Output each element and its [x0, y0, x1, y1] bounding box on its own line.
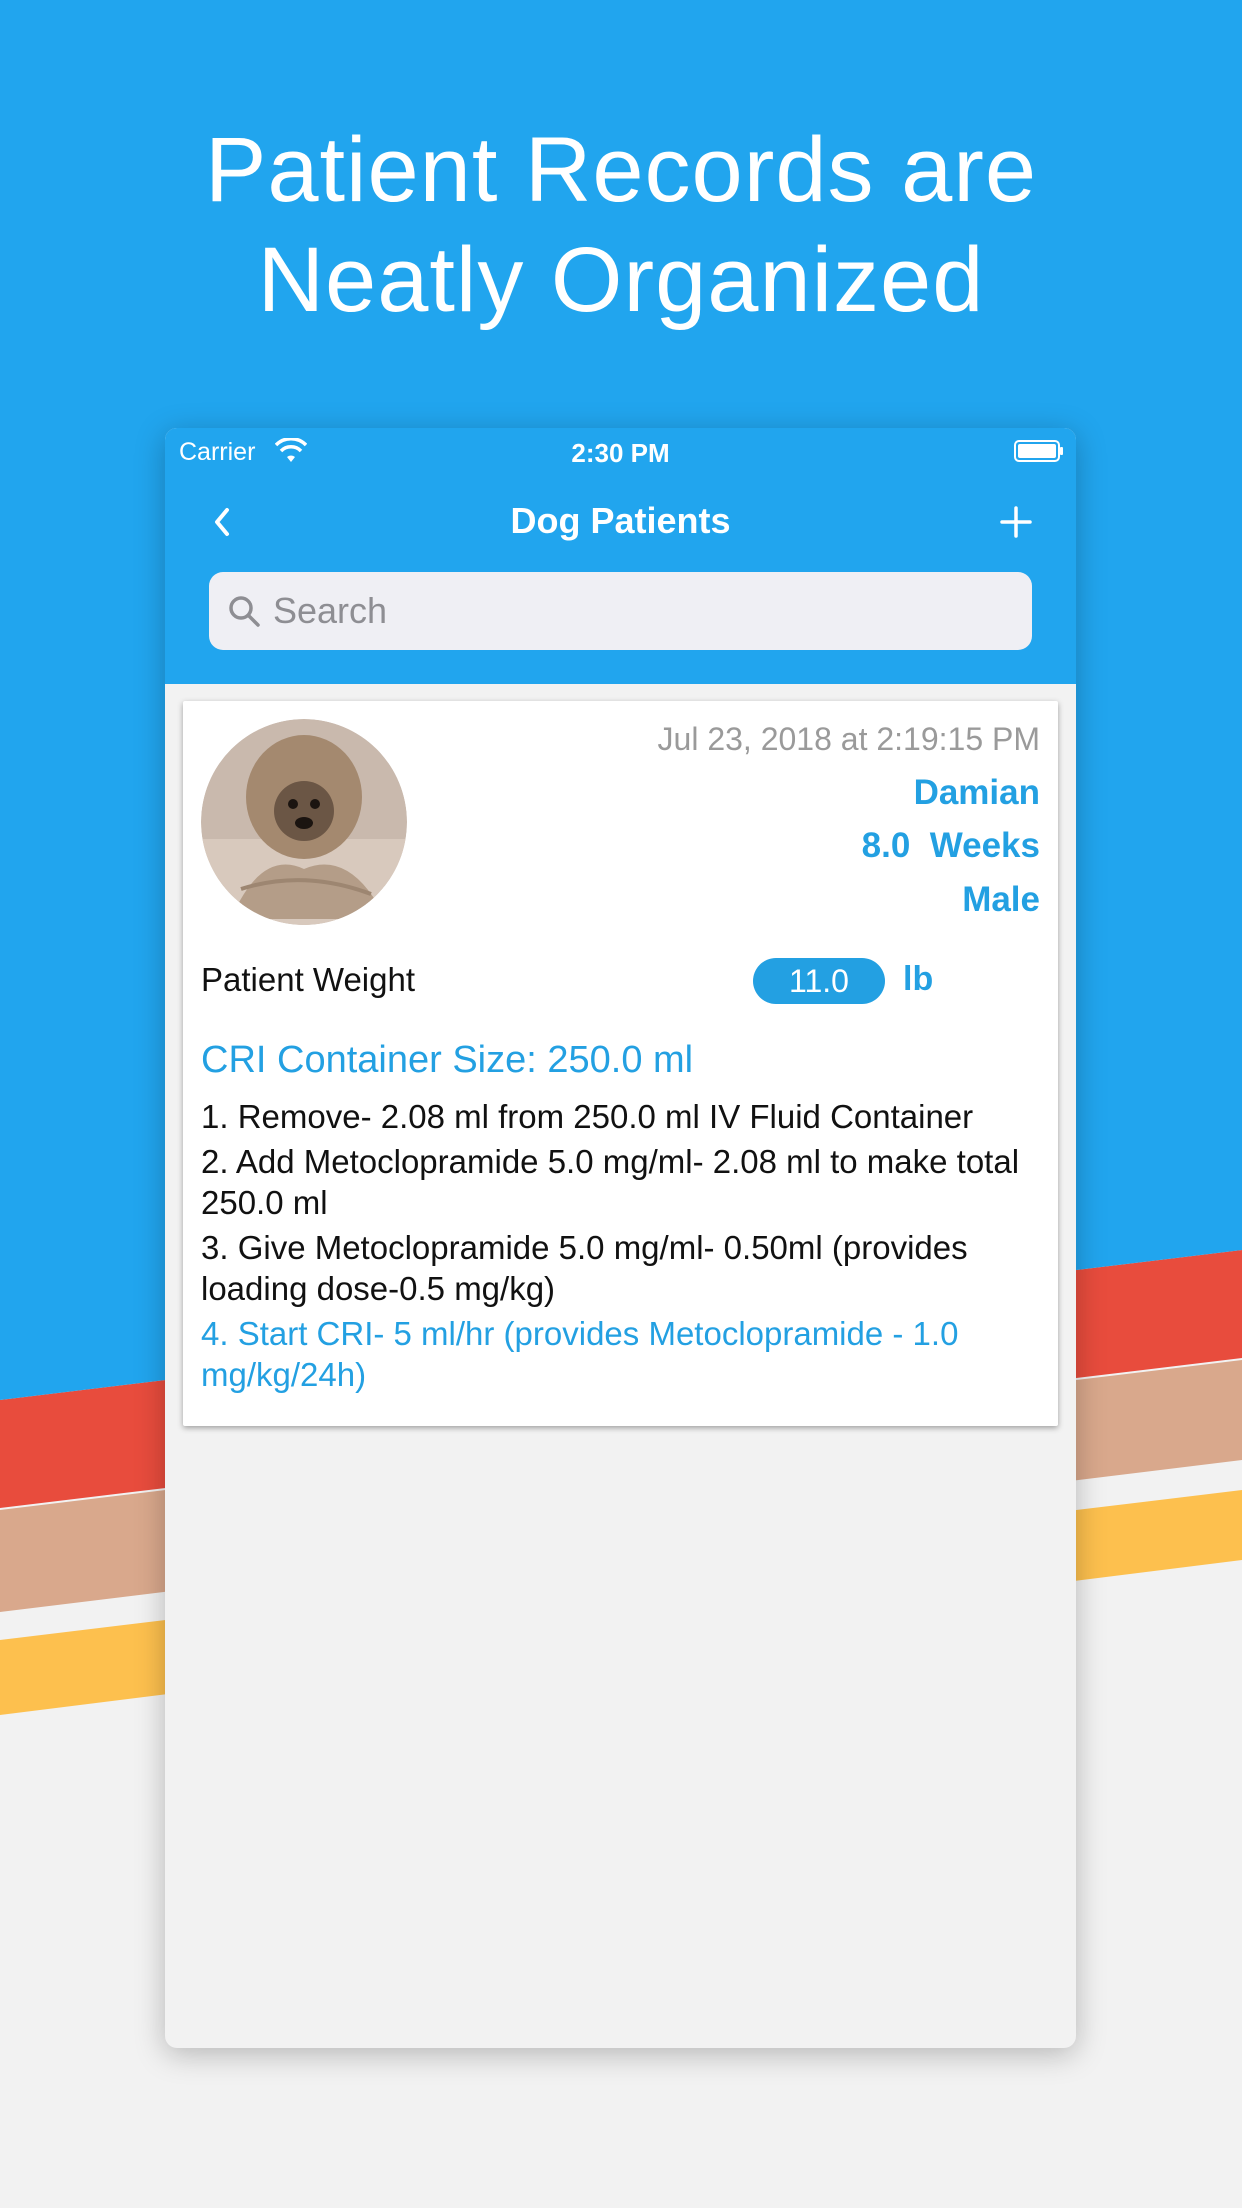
search-bar[interactable]: Search [209, 572, 1032, 650]
weight-unit: lb [903, 960, 934, 998]
headline-line-2: Neatly Organized [257, 229, 985, 331]
patient-card[interactable]: Jul 23, 2018 at 2:19:15 PM Damian 8.0 We… [183, 701, 1058, 1426]
navigation-bar: Dog Patients [165, 488, 1076, 558]
cri-step: 3. Give Metoclopramide 5.0 mg/ml- 0.50ml… [201, 1229, 968, 1307]
headline: Patient Records are Neatly Organized [0, 115, 1242, 335]
weight-value[interactable]: 11.0 [753, 958, 885, 1004]
record-timestamp: Jul 23, 2018 at 2:19:15 PM [657, 721, 1040, 757]
status-bar: Carrier 2:30 PM [165, 428, 1076, 478]
status-time: 2:30 PM [571, 438, 670, 468]
nav-title: Dog Patients [510, 500, 731, 541]
search-icon [229, 596, 260, 627]
battery-icon [1014, 440, 1063, 462]
search-input[interactable]: Search [273, 590, 387, 632]
patient-avatar [201, 719, 407, 925]
patient-sex: Male [962, 880, 1040, 919]
cri-container-size: CRI Container Size: 250.0 ml [201, 1039, 694, 1081]
cri-step: 2. Add Metoclopramide 5.0 mg/ml- 2.08 ml… [201, 1143, 1020, 1221]
top-bar: Carrier 2:30 PM Dog Patients Search [165, 428, 1076, 684]
phone-screen: Carrier 2:30 PM Dog Patients Search Jul … [165, 428, 1076, 2048]
headline-line-1: Patient Records are [204, 119, 1038, 221]
patient-name: Damian [913, 773, 1040, 812]
plus-icon[interactable] [996, 502, 1036, 542]
cri-steps: 1. Remove- 2.08 ml from 250.0 ml IV Flui… [201, 1096, 1041, 1399]
weight-label: Patient Weight [201, 961, 416, 998]
patient-age: 8.0 Weeks [861, 826, 1040, 865]
cri-step: 1. Remove- 2.08 ml from 250.0 ml IV Flui… [201, 1098, 974, 1135]
cri-step: 4. Start CRI- 5 ml/hr (provides Metoclop… [201, 1315, 959, 1393]
